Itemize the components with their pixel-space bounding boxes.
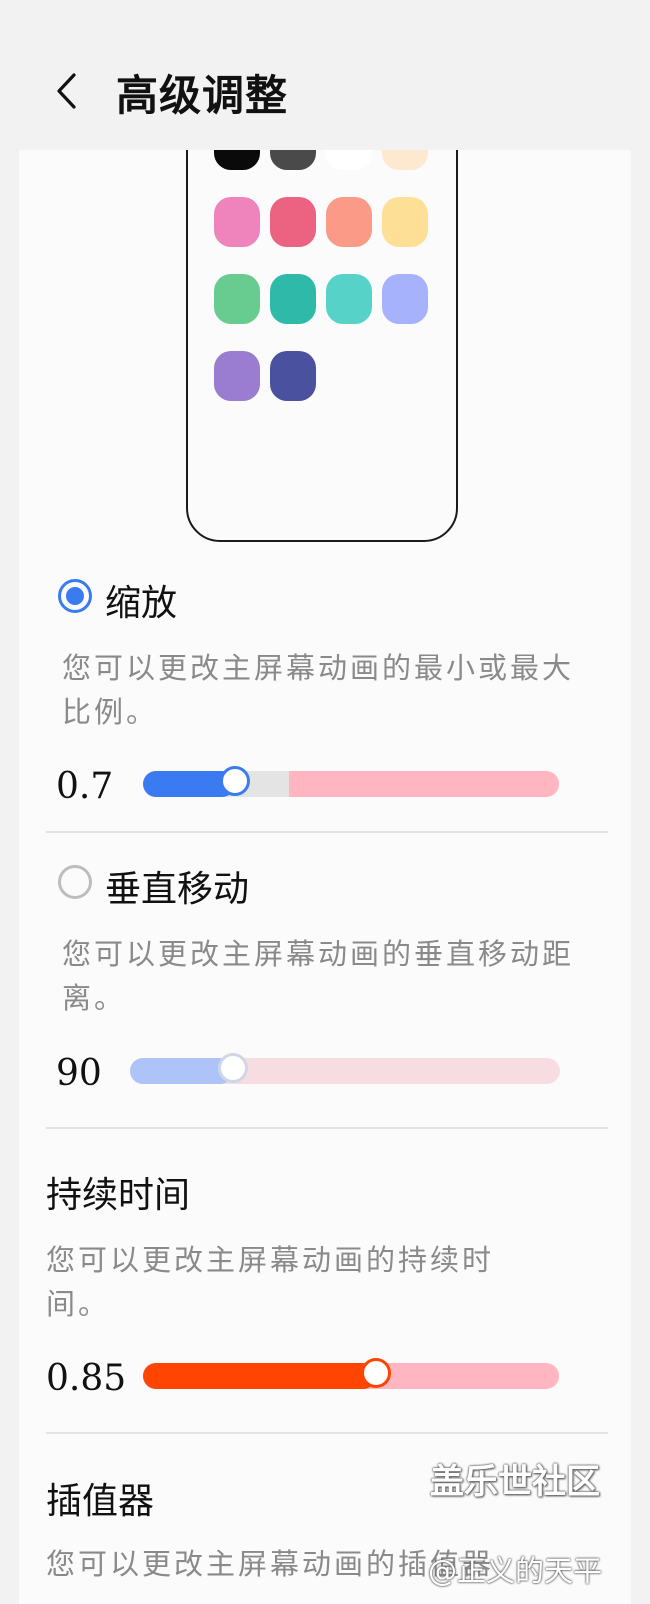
- zoom-label[interactable]: 缩放: [105, 574, 177, 626]
- divider: [46, 1432, 608, 1434]
- divider: [46, 831, 608, 833]
- zoom-description: 您可以更改主屏幕动画的最小或最大比例。: [62, 651, 575, 729]
- watermark-title: 盖乐世社区: [430, 1462, 600, 1502]
- settings-card: 缩放 您可以更改主屏幕动画的最小或最大比例。 0.7 垂直移动 您可以更改主屏幕…: [19, 150, 631, 1604]
- app-icon: [326, 274, 372, 324]
- interpolator-label: 插值器: [46, 1481, 155, 1522]
- watermark-author: @正义的天平: [428, 1554, 603, 1588]
- app-icon: [326, 150, 372, 170]
- app-icon: [214, 274, 260, 324]
- app-icon: [382, 150, 428, 170]
- duration-label: 持续时间: [46, 1175, 191, 1216]
- app-icon: [270, 351, 316, 401]
- duration-slider[interactable]: [143, 1358, 559, 1389]
- top-bar: 高级调整: [0, 0, 650, 150]
- app-icon: [270, 274, 316, 324]
- app-icon: [382, 197, 428, 247]
- vertical-move-slider[interactable]: [130, 1053, 560, 1084]
- app-icon: [214, 197, 260, 247]
- page-title: 高级调整: [116, 71, 289, 120]
- app-icon: [270, 150, 316, 170]
- vertical-move-radio[interactable]: [58, 865, 92, 899]
- vertical-move-description: 您可以更改主屏幕动画的垂直移动距离。: [62, 937, 575, 1015]
- app-icon: [214, 150, 260, 170]
- chevron-left-icon: [57, 73, 76, 109]
- divider: [46, 1127, 608, 1129]
- duration-value: 0.85: [46, 1358, 127, 1399]
- duration-slider-fill: [143, 1363, 376, 1389]
- vertical-move-slider-thumb[interactable]: [218, 1053, 249, 1083]
- app-icon: [270, 197, 316, 247]
- zoom-slider-range: [288, 771, 559, 797]
- duration-slider-thumb[interactable]: [360, 1358, 391, 1388]
- zoom-value: 0.7: [56, 766, 114, 807]
- duration-description: 您可以更改主屏幕动画的持续时间。: [46, 1243, 495, 1321]
- app-icon: [382, 274, 428, 324]
- back-button[interactable]: [46, 66, 86, 116]
- app-icon: [214, 351, 260, 401]
- vertical-move-value: 90: [56, 1053, 102, 1094]
- zoom-radio[interactable]: [58, 579, 92, 613]
- app-icon: [326, 197, 372, 247]
- vertical-move-label[interactable]: 垂直移动: [105, 860, 249, 912]
- phone-preview: [186, 150, 458, 542]
- zoom-slider-thumb[interactable]: [219, 766, 250, 796]
- zoom-slider[interactable]: [143, 766, 559, 797]
